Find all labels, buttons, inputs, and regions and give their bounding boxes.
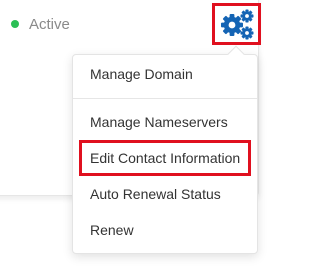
- menu-item-edit-contact-information[interactable]: Edit Contact Information: [79, 140, 251, 176]
- status-dot-icon: [11, 20, 19, 28]
- domain-page: Active Manage Domain Manage Nameservers …: [0, 0, 284, 268]
- menu-item-manage-domain[interactable]: Manage Domain: [73, 56, 257, 92]
- menu-item-manage-nameservers[interactable]: Manage Nameservers: [73, 104, 257, 140]
- status-row: Active: [11, 14, 70, 34]
- actions-dropdown-menu: Manage Domain Manage Nameservers Edit Co…: [72, 45, 258, 254]
- menu-item-renew[interactable]: Renew: [73, 212, 257, 248]
- status-label: Active: [29, 15, 70, 33]
- gears-icon: [220, 9, 253, 40]
- actions-menu-button[interactable]: [212, 3, 261, 45]
- menu-item-auto-renewal-status[interactable]: Auto Renewal Status: [73, 176, 257, 212]
- menu-divider: [73, 98, 257, 99]
